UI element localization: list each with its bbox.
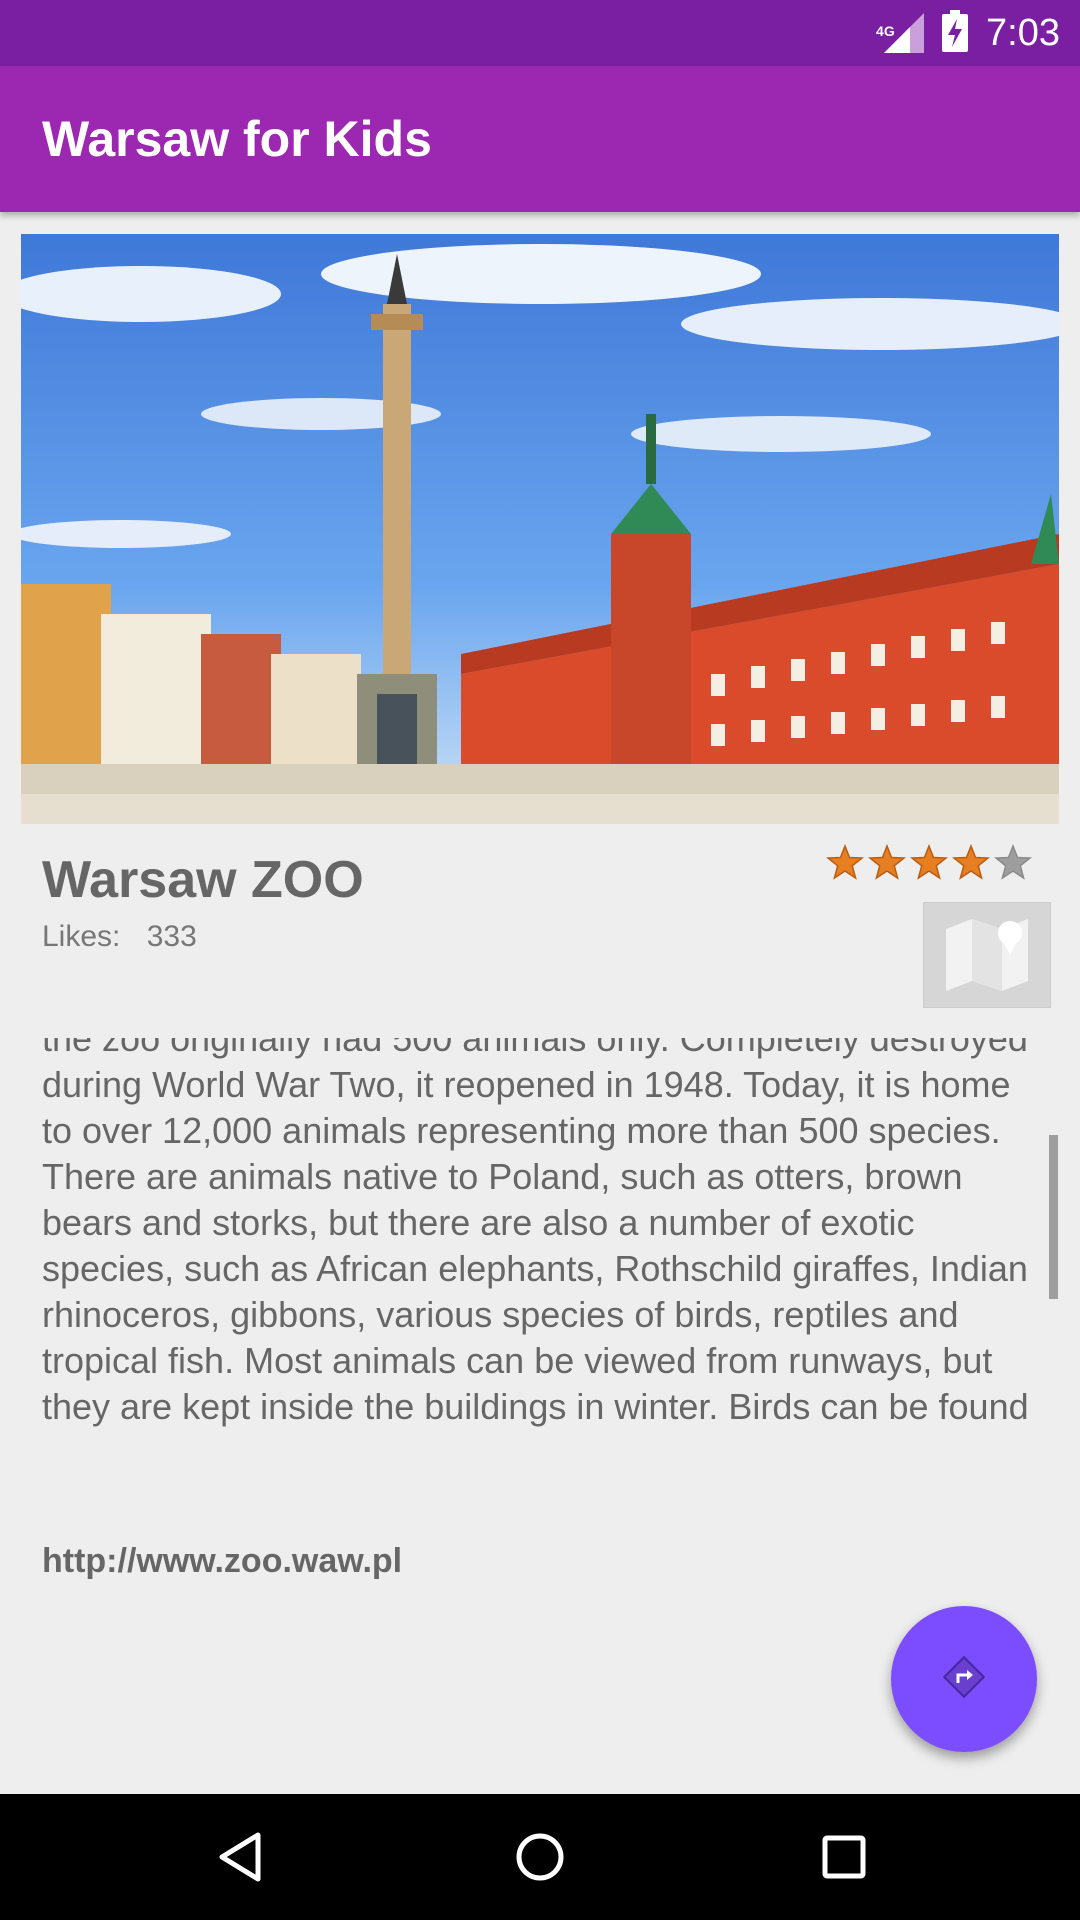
website-link[interactable]: http://www.zoo.waw.pl <box>42 1542 402 1581</box>
network-label: 4G <box>876 23 895 39</box>
signal-icon: 4G <box>876 13 925 53</box>
directions-fab[interactable] <box>891 1606 1037 1752</box>
app-toolbar: Warsaw for Kids <box>0 66 1080 212</box>
star-filled-icon[interactable] <box>826 844 864 882</box>
star-filled-icon[interactable] <box>868 844 906 882</box>
back-icon[interactable] <box>212 1827 272 1892</box>
star-filled-icon[interactable] <box>952 844 990 882</box>
likes-label: Likes: <box>42 920 121 953</box>
battery-charging-icon <box>942 9 969 57</box>
app-title: Warsaw for Kids <box>42 111 432 167</box>
castle-square-image <box>21 234 1059 824</box>
star-filled-icon[interactable] <box>910 844 948 882</box>
likes-count: 333 <box>146 920 197 953</box>
status-icons: 4G 7:03 <box>876 0 1060 66</box>
description-text: the zoo originally had 500 animals only.… <box>42 1038 1029 1427</box>
scrollbar[interactable] <box>1049 1135 1058 1299</box>
map-button[interactable] <box>923 902 1051 1008</box>
place-title: Warsaw ZOO <box>42 851 364 909</box>
system-nav-bar <box>0 1794 1080 1920</box>
status-time: 7:03 <box>986 12 1060 54</box>
home-icon[interactable] <box>510 1827 570 1892</box>
map-icon <box>942 915 1032 996</box>
rating-bar[interactable] <box>826 844 1032 882</box>
star-empty-icon[interactable] <box>994 844 1032 882</box>
status-bar: 4G 7:03 <box>0 0 1080 66</box>
description-scroll-area[interactable]: the zoo originally had 500 animals only.… <box>0 1038 1080 1470</box>
likes-row: Likes: 333 <box>42 920 197 954</box>
directions-icon <box>942 1655 986 1704</box>
recents-icon[interactable] <box>814 1827 874 1892</box>
